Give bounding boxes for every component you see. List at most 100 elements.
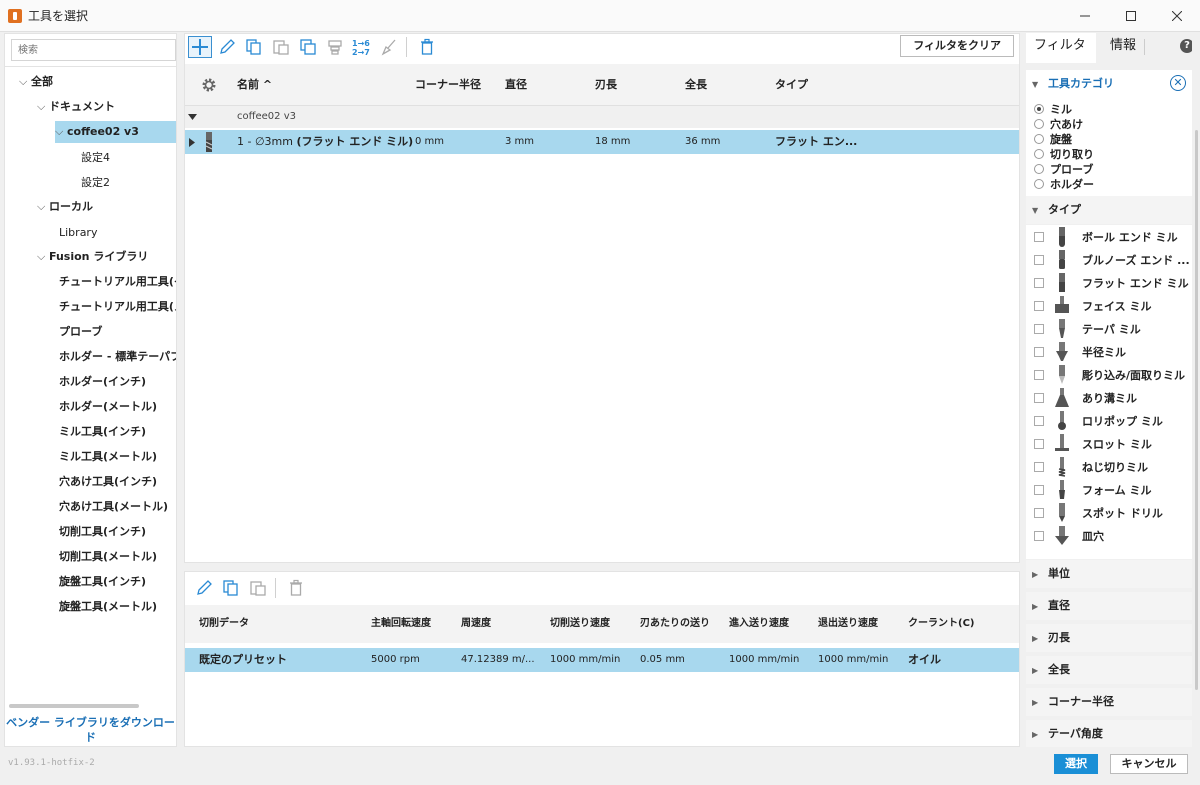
unit-section-header[interactable]: ▶ 単位 (1026, 560, 1192, 588)
clear-filter-button[interactable]: フィルタをクリア (900, 35, 1014, 57)
column-header-overall-length[interactable]: 全長 (685, 64, 707, 106)
type-section-header[interactable]: ▼ タイプ (1026, 196, 1192, 224)
preset-header-feed-per-tooth[interactable]: 刃あたりの送り (640, 605, 710, 643)
type-checkbox-bull-nose-mill[interactable]: ブルノーズ エンド ... (1034, 250, 1190, 272)
download-vendor-library-link[interactable]: ベンダー ライブラリをダウンロード (5, 715, 176, 745)
filter-vertical-scrollbar[interactable] (1195, 130, 1198, 690)
category-radio-cutting[interactable]: 切り取り (1034, 147, 1094, 162)
checkbox-icon (1034, 462, 1044, 472)
tool-category-section-header[interactable]: ▼ 工具カテゴリ ✕ (1026, 70, 1192, 98)
tree-horizontal-scrollbar[interactable] (9, 704, 139, 708)
tree-node-local[interactable]: ⌵ ローカル (37, 196, 93, 218)
tree-node-fusion-item[interactable]: 旋盤工具(インチ) (59, 571, 146, 593)
lollipop-mill-icon (1058, 411, 1066, 430)
tree-node-fusion-item[interactable]: プローブ (59, 321, 102, 343)
preset-header-lead-in-feedrate[interactable]: 進入送り速度 (729, 605, 789, 643)
type-checkbox-thread-mill[interactable]: ねじ切りミル (1034, 457, 1148, 479)
tree-node-fusion-item[interactable]: 旋盤工具(メートル) (59, 596, 157, 618)
category-radio-probe[interactable]: プローブ (1034, 162, 1093, 177)
tree-node-coffee02[interactable]: ⌵ coffee02 v3 (55, 121, 176, 143)
group-row[interactable]: coffee02 v3 (185, 106, 1019, 128)
gear-icon[interactable] (201, 77, 217, 93)
tab-info[interactable]: 情報 (1102, 33, 1144, 63)
diameter-cell: 3 mm (505, 136, 535, 147)
tree-node-fusion-item[interactable]: ホルダー - 標準テーパフ (59, 346, 176, 368)
type-checkbox-engrave-chamfer-mill[interactable]: 彫り込み/面取りミル (1034, 365, 1185, 387)
preset-header-coolant[interactable]: クーラント(C) (908, 605, 974, 643)
column-header-type[interactable]: タイプ (775, 64, 808, 106)
copy-tool-button[interactable] (242, 36, 266, 58)
tree-node-fusion-item[interactable]: 穴あけ工具(メートル) (59, 496, 168, 518)
type-checkbox-form-mill[interactable]: フォーム ミル (1034, 480, 1152, 502)
overall-length-section-header[interactable]: ▶ 全長 (1026, 656, 1192, 684)
tree-node-fusion-item[interactable]: チュートリアル用工具(イ (59, 271, 176, 293)
preset-grid-header: 切削データ 主軸回転速度 周速度 切削送り速度 刃あたりの送り 進入送り速度 退… (185, 605, 1019, 643)
tree-node-fusion-item[interactable]: ミル工具(インチ) (59, 421, 146, 443)
tree-node-fusion-item[interactable]: 切削工具(メートル) (59, 546, 157, 568)
type-checkbox-countersink[interactable]: 皿穴 (1034, 526, 1104, 548)
preset-header-cutting-data[interactable]: 切削データ (199, 605, 249, 643)
type-checkbox-face-mill[interactable]: フェイス ミル (1034, 296, 1152, 318)
preset-header-lead-out-feedrate[interactable]: 退出送り速度 (818, 605, 878, 643)
tree-node-fusion-item[interactable]: ホルダー(インチ) (59, 371, 146, 393)
type-checkbox-slot-mill[interactable]: スロット ミル (1034, 434, 1152, 456)
category-radio-turning[interactable]: 旋盤 (1034, 132, 1072, 147)
type-checkbox-dovetail-mill[interactable]: あり溝ミル (1034, 388, 1137, 410)
renumber-button[interactable]: 1→6 2→7 (350, 36, 374, 58)
edit-preset-button[interactable] (192, 577, 216, 599)
copy-icon (223, 580, 238, 596)
category-radio-holder[interactable]: ホルダー (1034, 177, 1094, 192)
tree-node-fusion-item[interactable]: ミル工具(メートル) (59, 446, 157, 468)
tab-filter[interactable]: フィルタ (1026, 33, 1096, 63)
help-icon[interactable]: ? (1180, 39, 1192, 53)
tree-node-fusion-item[interactable]: 穴あけ工具(インチ) (59, 471, 157, 493)
type-checkbox-radius-mill[interactable]: 半径ミル (1034, 342, 1126, 364)
search-input[interactable] (11, 39, 176, 61)
preset-header-spindle-speed[interactable]: 主軸回転速度 (371, 605, 431, 643)
clear-category-icon[interactable]: ✕ (1170, 75, 1186, 91)
tree-node-all[interactable]: ⌵ 全部 (19, 71, 53, 93)
tree-node-fusion-item[interactable]: ホルダー(メートル) (59, 396, 157, 418)
tree-node-setup2[interactable]: 設定2 (81, 172, 110, 194)
cancel-button[interactable]: キャンセル (1110, 754, 1188, 774)
preset-header-cutting-feedrate[interactable]: 切削送り速度 (550, 605, 610, 643)
column-header-corner-radius[interactable]: コーナー半径 (415, 64, 481, 106)
new-tool-button[interactable] (188, 36, 212, 58)
radio-icon (1034, 164, 1044, 174)
category-radio-mill[interactable]: ミル (1034, 102, 1072, 117)
tree-node-fusion-item[interactable]: チュートリアル用工具(メ (59, 296, 176, 318)
tree-node-library[interactable]: Library (59, 222, 97, 244)
tree-node-document[interactable]: ⌵ ドキュメント (37, 96, 115, 118)
type-checkbox-spot-drill[interactable]: スポット ドリル (1034, 503, 1163, 525)
column-header-diameter[interactable]: 直径 (505, 64, 527, 106)
edit-tool-button[interactable] (215, 36, 239, 58)
minimize-button[interactable] (1062, 0, 1108, 32)
type-checkbox-taper-mill[interactable]: テーパ ミル (1034, 319, 1141, 341)
copy-preset-button[interactable] (219, 577, 243, 599)
type-checkbox-ball-end-mill[interactable]: ボール エンド ミル (1034, 227, 1178, 249)
face-mill-icon (1055, 296, 1069, 313)
tree-node-fusion-item[interactable]: 切削工具(インチ) (59, 521, 146, 543)
library-panel: ⌵全部 ⌵ドキュメント ⌵coffee02 v3 設定4 設定2 ⌵ローカル L… (4, 33, 177, 747)
preset-header-surface-speed[interactable]: 周速度 (461, 605, 491, 643)
flute-length-section-header[interactable]: ▶ 刃長 (1026, 624, 1192, 652)
taper-angle-section-header[interactable]: ▶ テーパ角度 (1026, 720, 1192, 747)
tree-node-fusion[interactable]: ⌵ Fusion ライブラリ (37, 246, 148, 268)
corner-radius-section-header[interactable]: ▶ コーナー半径 (1026, 688, 1192, 716)
preset-row[interactable]: 既定のプリセット 5000 rpm 47.12389 m/... 1000 mm… (185, 648, 1019, 672)
select-button[interactable]: 選択 (1054, 754, 1098, 774)
tree-node-setup4[interactable]: 設定4 (81, 147, 110, 169)
preset-toolbar (189, 577, 308, 599)
column-header-name[interactable]: 名前 ^ (237, 64, 272, 106)
type-checkbox-lollipop-mill[interactable]: ロリポップ ミル (1034, 411, 1163, 433)
diameter-section-header[interactable]: ▶ 直径 (1026, 592, 1192, 620)
duplicate-tool-button[interactable] (296, 36, 320, 58)
table-row[interactable]: 1 - ∅3mm (フラット エンド ミル) 0 mm 3 mm 18 mm 3… (185, 130, 1019, 154)
category-radio-drill[interactable]: 穴あけ (1034, 117, 1083, 132)
column-header-flute-length[interactable]: 刃長 (595, 64, 617, 106)
close-button[interactable] (1154, 0, 1200, 32)
tab-divider (1144, 39, 1145, 55)
delete-tool-button[interactable] (415, 36, 439, 58)
type-checkbox-flat-end-mill[interactable]: フラット エンド ミル (1034, 273, 1189, 295)
maximize-button[interactable] (1108, 0, 1154, 32)
